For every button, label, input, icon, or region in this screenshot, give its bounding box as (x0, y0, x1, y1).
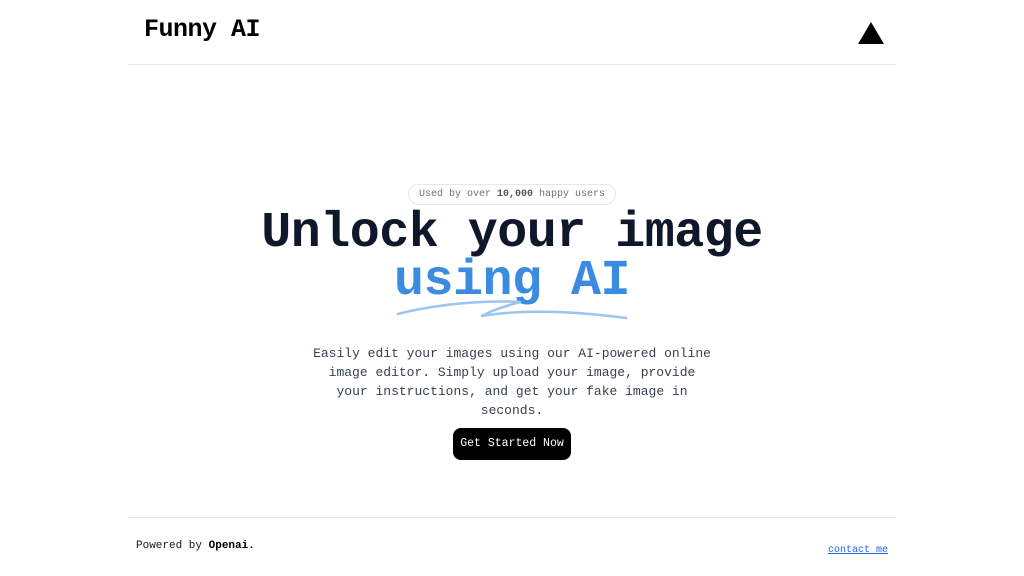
users-badge: Used by over 10,000 happy users (407, 184, 617, 205)
badge-prefix: Used by over (418, 189, 491, 200)
badge-suffix: happy users (539, 189, 606, 200)
powered-prefix: Powered by (136, 540, 203, 552)
triangle-icon (858, 22, 884, 44)
brand-logo-link[interactable]: Funny AI (144, 15, 261, 44)
site-footer: Powered by Openai. contact me (128, 517, 896, 576)
scribble-underline-icon (396, 300, 628, 320)
hero-description: Easily edit your images using our AI-pow… (313, 346, 711, 418)
page: Funny AI Used by over 10,000 happy users… (0, 0, 1024, 576)
get-started-button[interactable]: Get Started Now (453, 428, 571, 460)
site-header: Funny AI (128, 0, 896, 65)
badge-count: 10,000 (496, 189, 533, 200)
powered-by: Powered by Openai. (136, 540, 255, 552)
powered-brand: Openai. (208, 540, 255, 552)
hero-section: Used by over 10,000 happy users Unlock y… (0, 180, 1024, 460)
contact-link[interactable]: contact me (828, 545, 888, 556)
page-title: Unlock your image using AI (0, 209, 1024, 307)
triangle-logo-link[interactable] (856, 20, 886, 46)
